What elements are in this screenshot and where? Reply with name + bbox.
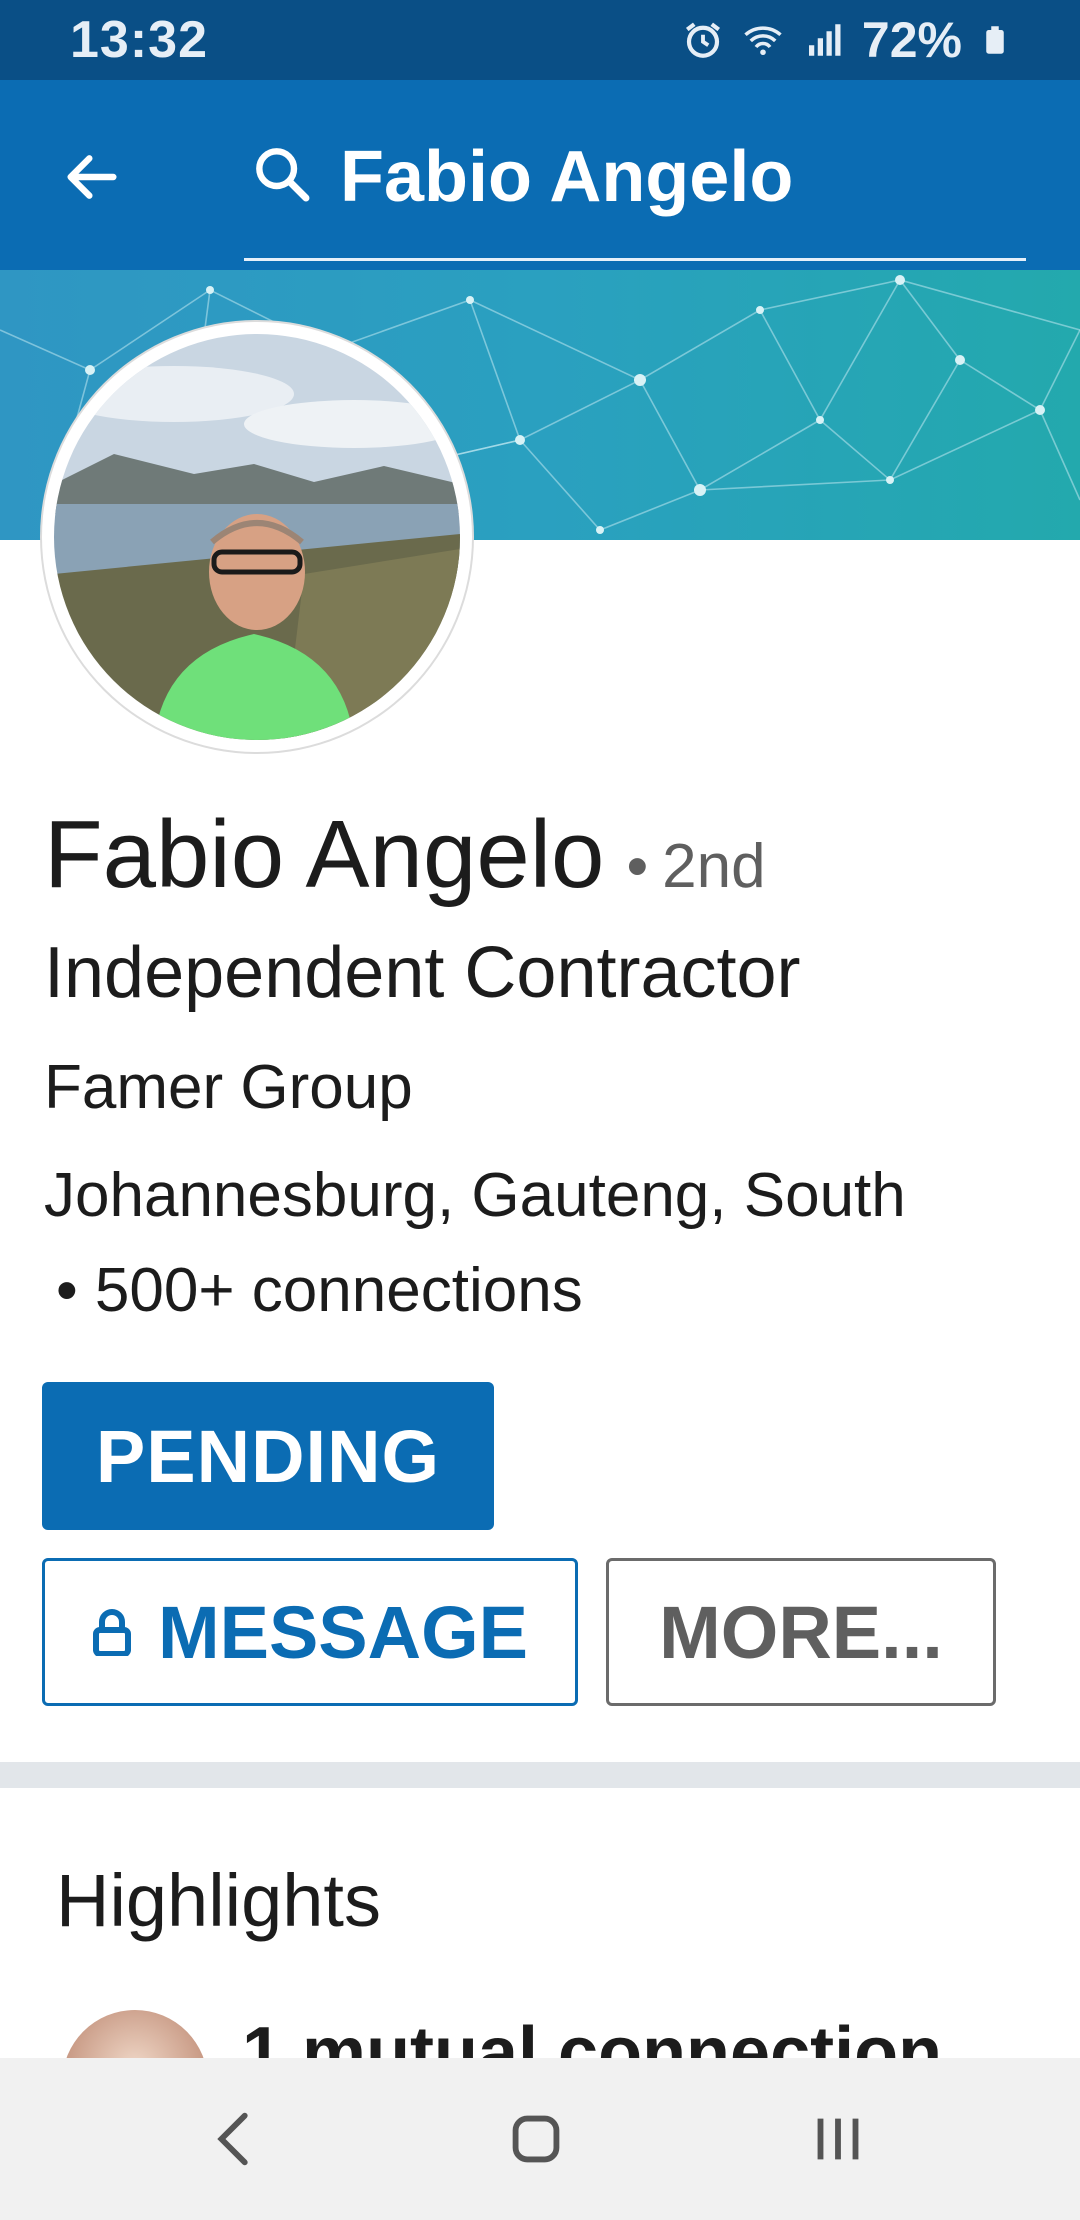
- connections-count[interactable]: • 500+ connections: [56, 1255, 583, 1326]
- lock-icon: [92, 1609, 131, 1656]
- arrow-back-icon[interactable]: [60, 145, 124, 209]
- profile-company: Famer Group: [44, 1053, 413, 1122]
- alarm-icon: [685, 22, 720, 58]
- connection-degree: • 2nd: [626, 832, 766, 901]
- pending-button[interactable]: PENDING: [42, 1382, 494, 1530]
- battery-percent: 72%: [861, 12, 962, 68]
- search-icon: [256, 148, 310, 202]
- profile-location: Johannesburg, Gauteng, South: [44, 1161, 906, 1230]
- nav-home-icon[interactable]: [496, 2104, 576, 2174]
- profile-name: Fabio Angelo: [44, 801, 605, 908]
- battery-icon: [986, 26, 1004, 54]
- search-field[interactable]: Fabio Angelo: [244, 120, 1026, 261]
- status-time: 13:32: [70, 11, 208, 69]
- nav-back-icon[interactable]: [196, 2104, 276, 2174]
- section-divider: [0, 1762, 1080, 1788]
- status-bar: 13:32 72%: [0, 0, 1080, 80]
- search-query[interactable]: Fabio Angelo: [340, 136, 793, 218]
- system-nav-bar: [0, 2058, 1080, 2220]
- profile-headline: Independent Contractor: [44, 933, 801, 1013]
- nav-recents-icon[interactable]: [798, 2104, 878, 2174]
- message-button-label: MESSAGE: [157, 1590, 529, 1674]
- wifi-icon: [744, 26, 782, 56]
- highlights-title: Highlights: [56, 1859, 381, 1942]
- profile-photo: [54, 334, 460, 740]
- more-button[interactable]: MORE...: [606, 1558, 996, 1706]
- message-button[interactable]: MESSAGE: [42, 1558, 578, 1706]
- profile-name-row: Fabio Angelo • 2nd: [44, 800, 766, 910]
- profile-avatar[interactable]: [42, 322, 472, 752]
- signal-icon: [808, 24, 841, 56]
- app-bar: Fabio Angelo: [0, 80, 1080, 270]
- status-icons: 72%: [682, 11, 1010, 69]
